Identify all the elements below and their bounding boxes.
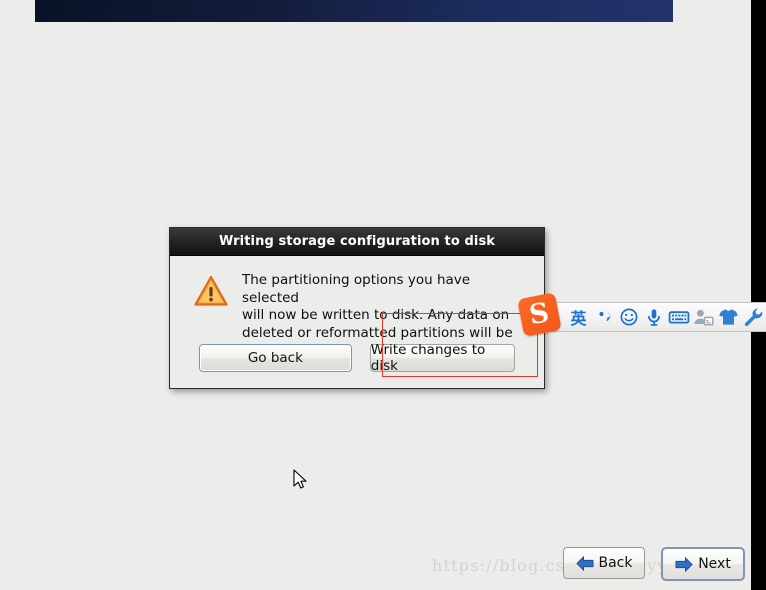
punctuation-mode-icon[interactable] xyxy=(592,304,617,330)
screen-right-black-strip xyxy=(751,0,766,590)
dialog-titlebar: Writing storage configuration to disk xyxy=(170,228,544,256)
dialog-message: The partitioning options you have select… xyxy=(242,272,513,358)
installer-top-banner xyxy=(35,0,673,22)
ime-language-label: 英 xyxy=(570,309,587,328)
toolbox-wrench-icon[interactable] xyxy=(741,304,766,330)
write-changes-button-label: Write changes to disk xyxy=(370,342,486,374)
installer-screen: https://blog.csdn.net/myydebk066 Writing… xyxy=(0,0,766,590)
ime-language-toggle[interactable]: 英 xyxy=(567,304,590,330)
next-button[interactable]: Next xyxy=(661,547,745,581)
back-button-label: Back xyxy=(598,555,633,571)
dialog-body: The partitioning options you have select… xyxy=(170,256,544,358)
soft-keyboard-icon[interactable] xyxy=(667,304,692,330)
back-button[interactable]: Back xyxy=(563,547,645,579)
voice-input-icon[interactable] xyxy=(642,304,667,330)
go-back-button-label: Go back xyxy=(247,350,303,366)
warning-triangle-icon xyxy=(194,274,228,308)
dialog-title: Writing storage configuration to disk xyxy=(218,234,496,249)
skin-icon[interactable] xyxy=(716,304,741,330)
mouse-cursor xyxy=(293,469,309,491)
arrow-right-icon xyxy=(675,556,693,572)
emoji-icon[interactable] xyxy=(617,304,642,330)
sogou-logo-letter: S xyxy=(527,296,552,331)
next-button-label: Next xyxy=(698,556,731,572)
installer-navigation-bar: Back Next xyxy=(563,547,745,581)
go-back-button[interactable]: Go back xyxy=(199,344,352,372)
user-account-icon[interactable] xyxy=(691,304,716,330)
write-changes-dialog: Writing storage configuration to disk Th… xyxy=(169,227,545,389)
arrow-left-icon xyxy=(575,555,593,571)
dialog-button-row: Go back Write changes to disk xyxy=(170,342,544,374)
sogou-ime-toolbar[interactable]: 英 xyxy=(551,302,766,332)
sogou-ime-logo[interactable]: S xyxy=(517,291,569,343)
write-changes-to-disk-button[interactable]: Write changes to disk xyxy=(369,342,515,374)
